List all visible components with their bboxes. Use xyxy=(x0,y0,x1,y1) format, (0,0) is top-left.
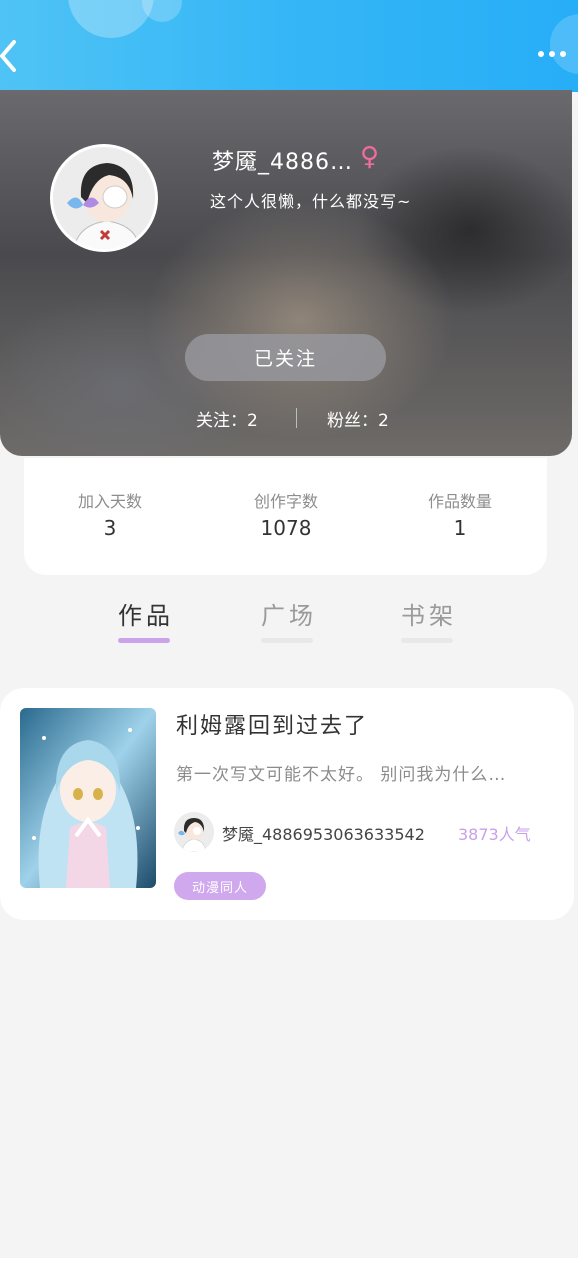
profile-page: 梦魇_4886… ♀ 这个人很懒，什么都没写~ 已关注 关注：2 粉丝：2 加入… xyxy=(0,0,578,1280)
stat-value: 1078 xyxy=(260,516,312,540)
decor-bubble xyxy=(68,0,154,38)
tab-bookshelf[interactable]: 书架 xyxy=(401,596,457,643)
tab-indicator xyxy=(401,638,453,643)
avatar-illustration xyxy=(53,147,155,249)
stat-value: 3 xyxy=(103,516,117,540)
work-description: 第一次写文可能不太好。 别问我为什么… xyxy=(176,765,507,785)
author-avatar-illustration xyxy=(174,812,214,852)
bio-text: 这个人很懒，什么都没写~ xyxy=(210,192,412,211)
author-name: 梦魇_4886953063633542 xyxy=(222,825,425,844)
author-avatar[interactable] xyxy=(174,812,214,852)
more-horizontal-icon xyxy=(538,51,544,57)
bottom-strip xyxy=(0,1258,578,1280)
work-title: 利姆露回到过去了 xyxy=(176,714,369,739)
tab-works[interactable]: 作品 xyxy=(118,596,174,643)
work-card[interactable]: 利姆露回到过去了 第一次写文可能不太好。 别问我为什么… 梦魇_48869530… xyxy=(0,688,574,920)
avatar[interactable] xyxy=(50,144,158,252)
following-count[interactable]: 关注：2 xyxy=(196,406,258,431)
back-button[interactable] xyxy=(0,36,30,76)
stat-word-count: 创作字数 1078 xyxy=(206,488,366,540)
work-author-row: 梦魇_4886953063633542 3873人气 xyxy=(174,812,564,852)
stat-works-count: 作品数量 1 xyxy=(380,488,540,540)
chevron-left-icon xyxy=(0,40,16,72)
divider xyxy=(296,408,297,428)
more-options-button[interactable] xyxy=(532,42,572,66)
followers-count[interactable]: 粉丝：2 xyxy=(327,406,389,431)
username: 梦魇_4886… xyxy=(212,150,353,175)
top-app-bar xyxy=(0,0,578,92)
profile-header: 梦魇_4886… ♀ 这个人很懒，什么都没写~ 已关注 关注：2 粉丝：2 xyxy=(0,90,572,456)
popularity-count: 3873人气 xyxy=(458,825,531,844)
stat-label: 加入天数 xyxy=(77,492,142,511)
tab-indicator xyxy=(261,638,313,643)
stat-label: 创作字数 xyxy=(253,492,318,511)
stats-card: 加入天数 3 创作字数 1078 作品数量 1 xyxy=(24,458,547,575)
decor-bubble xyxy=(142,0,182,22)
stat-label: 作品数量 xyxy=(427,492,492,511)
tab-label: 广场 xyxy=(261,602,317,630)
category-tag[interactable]: 动漫同人 xyxy=(174,872,266,900)
follow-stats: 关注：2 粉丝：2 xyxy=(0,404,572,434)
stat-value: 1 xyxy=(453,516,467,540)
more-dot xyxy=(560,51,566,57)
tab-label: 书架 xyxy=(401,602,457,630)
work-cover-image xyxy=(20,708,156,888)
tab-square[interactable]: 广场 xyxy=(261,596,317,643)
followed-button[interactable]: 已关注 xyxy=(185,334,386,381)
female-gender-icon: ♀ xyxy=(360,142,380,172)
cover-illustration xyxy=(20,708,156,888)
content-tabs: 作品 广场 书架 xyxy=(0,588,578,648)
tab-label: 作品 xyxy=(118,602,174,630)
more-dot xyxy=(549,51,555,57)
stat-days-joined: 加入天数 3 xyxy=(30,488,190,540)
tab-indicator xyxy=(118,638,170,643)
